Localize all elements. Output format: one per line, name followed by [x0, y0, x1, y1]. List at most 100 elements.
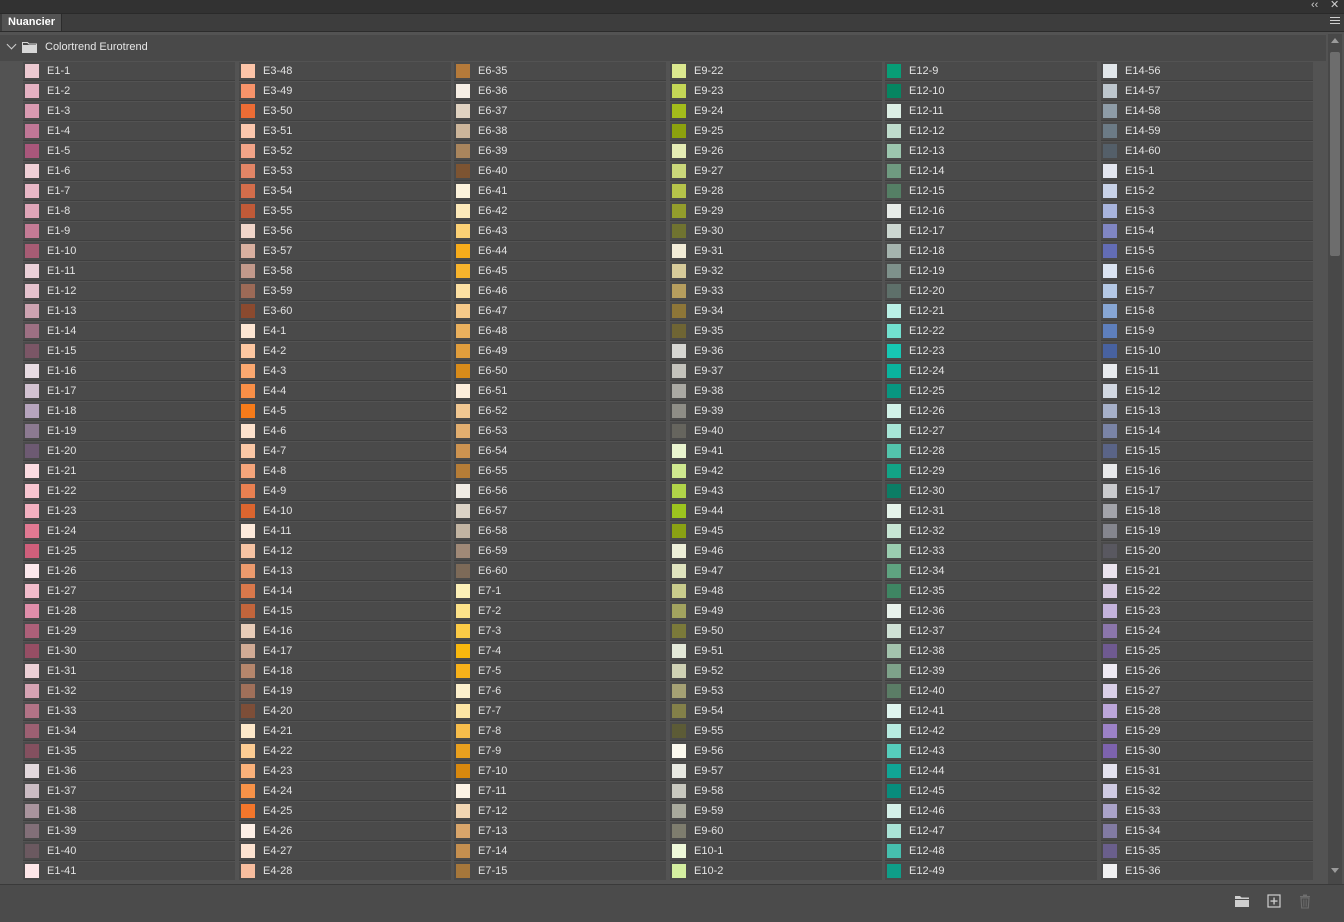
swatch-row[interactable]: E1-26: [23, 562, 235, 581]
swatch-row[interactable]: E9-40: [670, 422, 882, 441]
swatch-row[interactable]: E6-56: [454, 482, 666, 501]
swatch-row[interactable]: E4-26: [239, 822, 451, 841]
swatch-row[interactable]: E9-34: [670, 302, 882, 321]
swatch-row[interactable]: E6-35: [454, 62, 666, 81]
swatch-row[interactable]: E15-20: [1101, 542, 1313, 561]
swatch-row[interactable]: E12-20: [885, 282, 1097, 301]
swatch-row[interactable]: E4-24: [239, 782, 451, 801]
swatch-row[interactable]: E1-39: [23, 822, 235, 841]
swatch-row[interactable]: E15-8: [1101, 302, 1313, 321]
swatch-row[interactable]: E12-13: [885, 142, 1097, 161]
swatch-row[interactable]: E15-22: [1101, 582, 1313, 601]
swatch-row[interactable]: E1-6: [23, 162, 235, 181]
swatch-row[interactable]: E9-37: [670, 362, 882, 381]
swatch-row[interactable]: E6-57: [454, 502, 666, 521]
swatch-row[interactable]: E1-14: [23, 322, 235, 341]
swatch-row[interactable]: E12-16: [885, 202, 1097, 221]
swatch-row[interactable]: E1-17: [23, 382, 235, 401]
swatch-row[interactable]: E15-27: [1101, 682, 1313, 701]
swatch-row[interactable]: E12-11: [885, 102, 1097, 121]
swatch-row[interactable]: E4-6: [239, 422, 451, 441]
swatch-row[interactable]: E6-37: [454, 102, 666, 121]
swatch-row[interactable]: E1-37: [23, 782, 235, 801]
swatch-row[interactable]: E15-16: [1101, 462, 1313, 481]
swatch-row[interactable]: E9-32: [670, 262, 882, 281]
swatch-row[interactable]: E9-43: [670, 482, 882, 501]
swatch-row[interactable]: E15-11: [1101, 362, 1313, 381]
swatch-row[interactable]: E9-27: [670, 162, 882, 181]
new-swatch-icon[interactable]: [1266, 893, 1282, 909]
swatch-row[interactable]: E12-40: [885, 682, 1097, 701]
swatch-row[interactable]: E1-18: [23, 402, 235, 421]
swatch-row[interactable]: E1-35: [23, 742, 235, 761]
swatch-row[interactable]: E6-43: [454, 222, 666, 241]
swatch-row[interactable]: E15-35: [1101, 842, 1313, 861]
swatch-row[interactable]: E12-35: [885, 582, 1097, 601]
swatch-row[interactable]: E14-60: [1101, 142, 1313, 161]
swatch-row[interactable]: E12-14: [885, 162, 1097, 181]
swatch-row[interactable]: E9-49: [670, 602, 882, 621]
swatch-row[interactable]: E3-55: [239, 202, 451, 221]
swatch-row[interactable]: E1-12: [23, 282, 235, 301]
swatch-row[interactable]: E9-55: [670, 722, 882, 741]
swatch-row[interactable]: E1-19: [23, 422, 235, 441]
swatch-row[interactable]: E15-17: [1101, 482, 1313, 501]
swatch-row[interactable]: E4-3: [239, 362, 451, 381]
scroll-down-arrow-icon[interactable]: [1331, 868, 1339, 873]
close-icon[interactable]: ✕: [1330, 0, 1339, 12]
swatch-row[interactable]: E4-16: [239, 622, 451, 641]
swatch-row[interactable]: E9-44: [670, 502, 882, 521]
swatch-row[interactable]: E6-36: [454, 82, 666, 101]
swatch-row[interactable]: E12-23: [885, 342, 1097, 361]
swatch-row[interactable]: E1-23: [23, 502, 235, 521]
new-group-icon[interactable]: [1234, 893, 1250, 909]
swatch-row[interactable]: E15-24: [1101, 622, 1313, 641]
swatch-row[interactable]: E4-9: [239, 482, 451, 501]
swatch-row[interactable]: E9-51: [670, 642, 882, 661]
swatch-row[interactable]: E1-21: [23, 462, 235, 481]
swatch-row[interactable]: E7-5: [454, 662, 666, 681]
swatch-row[interactable]: E6-42: [454, 202, 666, 221]
swatch-row[interactable]: E15-18: [1101, 502, 1313, 521]
swatch-row[interactable]: E9-57: [670, 762, 882, 781]
swatch-row[interactable]: E4-2: [239, 342, 451, 361]
swatch-row[interactable]: E6-50: [454, 362, 666, 381]
swatch-row[interactable]: E12-19: [885, 262, 1097, 281]
swatch-row[interactable]: E12-34: [885, 562, 1097, 581]
swatch-row[interactable]: E7-4: [454, 642, 666, 661]
swatch-row[interactable]: E12-21: [885, 302, 1097, 321]
swatch-row[interactable]: E9-25: [670, 122, 882, 141]
swatch-row[interactable]: E15-36: [1101, 862, 1313, 880]
swatch-row[interactable]: E15-1: [1101, 162, 1313, 181]
tab-nuancier[interactable]: Nuancier: [2, 14, 63, 31]
swatch-row[interactable]: E7-12: [454, 802, 666, 821]
swatch-row[interactable]: E1-38: [23, 802, 235, 821]
swatch-row[interactable]: E14-57: [1101, 82, 1313, 101]
swatch-row[interactable]: E15-15: [1101, 442, 1313, 461]
swatch-row[interactable]: E4-28: [239, 862, 451, 880]
swatch-row[interactable]: E4-20: [239, 702, 451, 721]
swatch-row[interactable]: E1-5: [23, 142, 235, 161]
swatch-row[interactable]: E1-3: [23, 102, 235, 121]
swatch-row[interactable]: E4-23: [239, 762, 451, 781]
swatch-row[interactable]: E4-21: [239, 722, 451, 741]
swatch-row[interactable]: E15-4: [1101, 222, 1313, 241]
swatch-row[interactable]: E1-24: [23, 522, 235, 541]
swatch-row[interactable]: E1-22: [23, 482, 235, 501]
swatch-row[interactable]: E12-32: [885, 522, 1097, 541]
swatch-row[interactable]: E6-47: [454, 302, 666, 321]
swatch-row[interactable]: E9-35: [670, 322, 882, 341]
swatch-row[interactable]: E12-26: [885, 402, 1097, 421]
swatch-row[interactable]: E12-49: [885, 862, 1097, 880]
swatch-row[interactable]: E3-54: [239, 182, 451, 201]
swatch-row[interactable]: E6-39: [454, 142, 666, 161]
swatch-row[interactable]: E1-36: [23, 762, 235, 781]
swatch-row[interactable]: E7-2: [454, 602, 666, 621]
swatch-row[interactable]: E3-53: [239, 162, 451, 181]
swatch-row[interactable]: E9-26: [670, 142, 882, 161]
swatch-row[interactable]: E12-12: [885, 122, 1097, 141]
swatch-row[interactable]: E15-32: [1101, 782, 1313, 801]
swatch-row[interactable]: E15-28: [1101, 702, 1313, 721]
swatch-row[interactable]: E6-51: [454, 382, 666, 401]
swatch-row[interactable]: E15-33: [1101, 802, 1313, 821]
